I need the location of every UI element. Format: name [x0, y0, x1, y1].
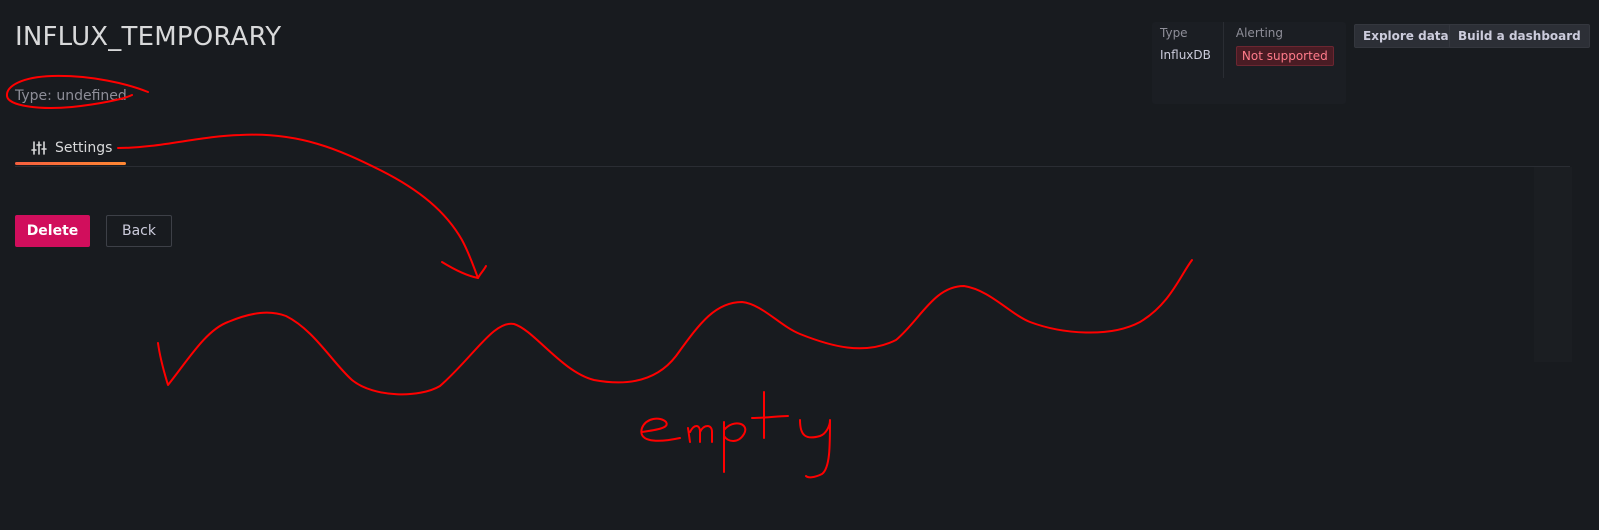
annotation-arrow-line: [117, 133, 479, 279]
tab-settings-label: Settings: [55, 140, 113, 156]
page-title: INFLUX_TEMPORARY: [15, 22, 282, 52]
alerting-status-badge: Not supported: [1235, 46, 1334, 66]
annotation-squiggle: [157, 259, 1193, 396]
annotation-text-empty: [640, 391, 831, 479]
annotation-arrowhead: [441, 261, 487, 279]
active-tab-indicator: [15, 162, 126, 165]
build-dashboard-button[interactable]: Build a dashboard: [1449, 24, 1590, 48]
side-panel-edge: [1534, 167, 1572, 362]
delete-button[interactable]: Delete: [15, 215, 90, 247]
tab-settings[interactable]: Settings: [15, 130, 126, 166]
back-button[interactable]: Back: [106, 215, 172, 247]
explore-data-button[interactable]: Explore data: [1354, 24, 1458, 48]
sliders-icon: [31, 140, 47, 156]
tabs-divider: [15, 166, 1570, 167]
handwritten-annotation: [6, 74, 1193, 479]
meta-type-value: InfluxDB: [1160, 48, 1211, 62]
meta-type-label: Type: [1160, 26, 1188, 40]
meta-type: Type InfluxDB: [1152, 22, 1224, 78]
datasource-type-subtitle: Type: undefined: [15, 88, 127, 104]
meta-alerting: Alerting Not supported: [1224, 22, 1346, 104]
meta-alerting-label: Alerting: [1235, 26, 1284, 40]
datasource-settings-page: INFLUX_TEMPORARY Type: undefined Type In…: [0, 0, 1599, 530]
datasource-meta-info: Type InfluxDB Alerting Not supported: [1152, 22, 1346, 104]
